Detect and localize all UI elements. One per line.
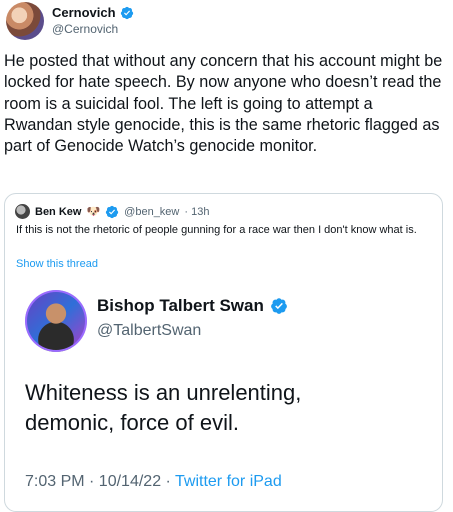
embedded-text-line-1: Whiteness is an unrelenting,	[25, 380, 302, 405]
embedded-source: Twitter for iPad	[175, 473, 282, 490]
embedded-text-line-2: demonic, force of evil.	[25, 410, 239, 435]
embedded-avatar	[25, 290, 87, 352]
quote-header: Ben Kew 🐶 @ben_kew · 13h	[15, 204, 209, 219]
quote-author-name[interactable]: Ben Kew	[35, 206, 81, 218]
quoted-tweet-card[interactable]: Ben Kew 🐶 @ben_kew · 13h If this is not …	[4, 193, 443, 512]
show-thread-link[interactable]: Show this thread	[16, 258, 98, 270]
verified-badge-icon	[270, 297, 288, 315]
author-handle[interactable]: @Cernovich	[52, 22, 118, 36]
verified-badge-icon	[105, 205, 119, 219]
embedded-tweet-image: Bishop Talbert Swan @TalbertSwan Whitene…	[5, 278, 442, 511]
quote-text: If this is not the rhetoric of people gu…	[16, 224, 417, 236]
embedded-author-name: Bishop Talbert Swan	[97, 296, 264, 315]
tweet-text: He posted that without any concern that …	[4, 52, 443, 156]
quote-author-handle[interactable]: @ben_kew	[124, 206, 179, 218]
embedded-name-row: Bishop Talbert Swan	[97, 296, 288, 316]
embedded-meta: 7:03 PM · 10/14/22 · Twitter for iPad	[25, 473, 282, 491]
quote-avatar[interactable]	[15, 204, 30, 219]
embedded-timestamp: 7:03 PM · 10/14/22 ·	[25, 473, 176, 490]
embedded-author-handle: @TalbertSwan	[97, 322, 202, 339]
tweet-header: Cernovich @Cernovich	[4, 2, 444, 42]
dog-emoji-icon: 🐶	[86, 206, 101, 218]
quote-time[interactable]: · 13h	[184, 206, 209, 218]
embedded-tweet-text: Whiteness is an unrelenting, demonic, fo…	[25, 378, 425, 438]
author-name-row: Cernovich	[52, 5, 134, 20]
author-avatar[interactable]	[6, 2, 44, 40]
author-name[interactable]: Cernovich	[52, 5, 116, 20]
verified-badge-icon	[120, 6, 134, 20]
